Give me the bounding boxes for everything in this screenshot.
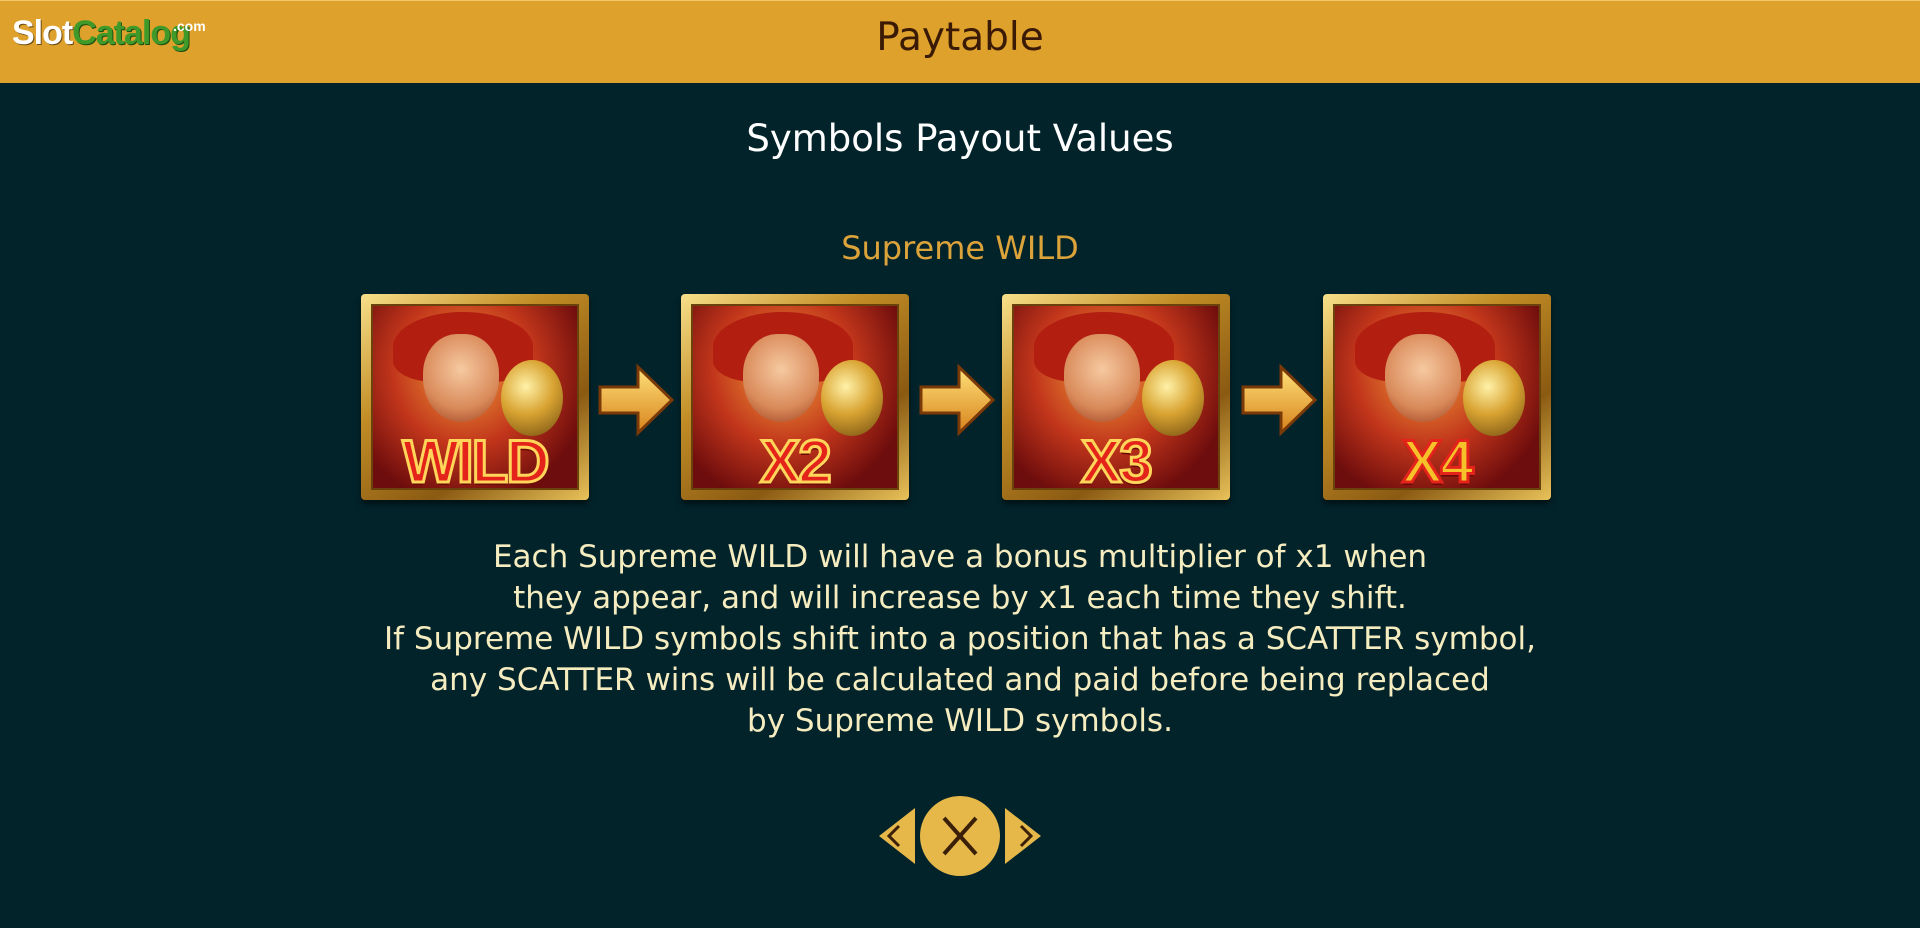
tile-face	[1064, 334, 1140, 422]
symbol-name: Supreme WILD	[841, 229, 1079, 267]
symbol-tile-wild: WILD	[361, 294, 589, 500]
tile-face	[1385, 334, 1461, 422]
chevron-right-icon[interactable]	[1003, 806, 1043, 866]
tile-shield	[1463, 360, 1525, 436]
close-button[interactable]	[920, 796, 1000, 876]
symbol-label: X2	[759, 427, 833, 497]
symbol-label: X4	[1401, 427, 1475, 497]
tile-shield	[821, 360, 883, 436]
page-title: Paytable	[876, 15, 1044, 60]
header-bar: SlotCatalog .com Paytable	[0, 0, 1920, 83]
description-line: by Supreme WILD symbols.	[747, 703, 1173, 739]
symbol-description: Each Supreme WILD will have a bonus mult…	[0, 537, 1920, 742]
description-line: they appear, and will increase by x1 eac…	[513, 580, 1407, 616]
arrow-right-icon	[1241, 363, 1317, 437]
description-line: If Supreme WILD symbols shift into a pos…	[384, 621, 1536, 657]
tile-shield	[501, 360, 563, 436]
description-line: any SCATTER wins will be calculated and …	[430, 662, 1490, 698]
symbol-tile-x4: X4	[1323, 294, 1551, 500]
description-line: Each Supreme WILD will have a bonus mult…	[492, 539, 1428, 575]
symbol-label: WILD	[401, 427, 551, 497]
section-title: Symbols Payout Values	[746, 117, 1174, 160]
tile-shield	[1142, 360, 1204, 436]
arrow-right-icon	[919, 363, 995, 437]
tile-face	[423, 334, 499, 422]
tile-face	[743, 334, 819, 422]
symbol-tile-x2: X2	[681, 294, 909, 500]
symbol-label: X3	[1080, 427, 1154, 497]
chevron-left-icon[interactable]	[877, 806, 917, 866]
arrow-right-icon	[598, 363, 674, 437]
close-icon	[942, 816, 978, 856]
symbol-tile-x3: X3	[1002, 294, 1230, 500]
